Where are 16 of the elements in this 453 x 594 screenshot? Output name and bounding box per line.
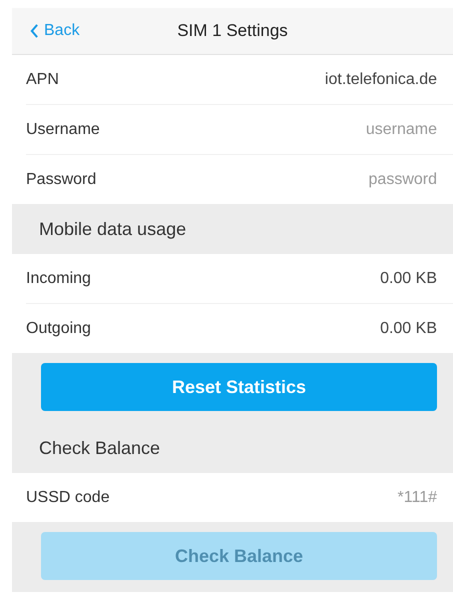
input-field[interactable]: password (287, 170, 437, 188)
row-label: Username (26, 120, 100, 138)
row-value: 0.00 KB (380, 320, 437, 338)
input-field[interactable]: username (287, 120, 437, 138)
row-value: 0.00 KB (380, 270, 437, 288)
row-label: Password (26, 170, 96, 188)
row-label: Outgoing (26, 320, 91, 338)
action-button[interactable]: Reset Statistics (41, 363, 437, 411)
input-field[interactable]: *111# (287, 488, 437, 506)
chevron-left-icon (30, 24, 39, 38)
row-label: Incoming (26, 270, 91, 288)
row-label: APN (26, 70, 59, 88)
row-value: iot.telefonica.de (324, 70, 437, 88)
row-label: USSD code (26, 488, 110, 506)
back-link[interactable]: Back (30, 22, 80, 40)
screen-title: SIM 1 Settings (177, 21, 288, 41)
